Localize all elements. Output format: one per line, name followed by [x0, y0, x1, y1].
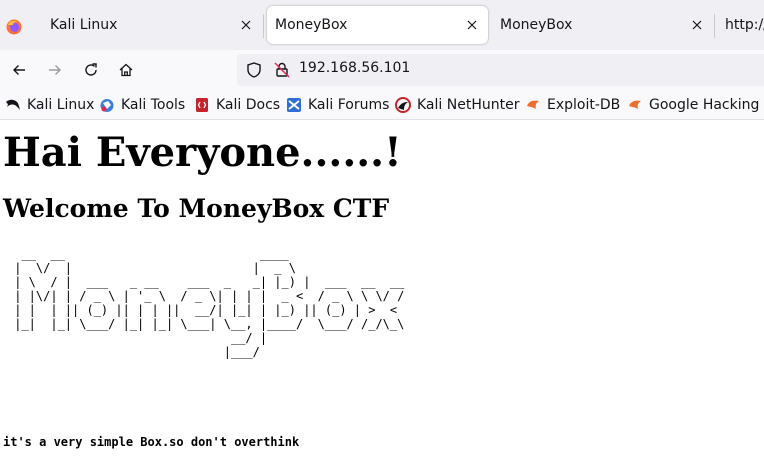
close-tab-icon[interactable] — [238, 17, 254, 33]
moneybox-ascii-art: __ __ ____ | \/ | | _ \ | \ / | ___ _ __… — [14, 247, 405, 359]
bookmarks-toolbar: Kali Linux Kali Tools Kali Docs Kali For… — [0, 90, 764, 120]
close-tab-icon[interactable] — [689, 17, 705, 33]
bookmark-label: Kali NetHunter — [417, 97, 520, 113]
nethunter-icon — [395, 97, 411, 113]
firefox-icon[interactable] — [6, 19, 22, 35]
tab-label: Kali Linux — [50, 17, 118, 33]
reload-button[interactable] — [80, 59, 102, 81]
bookmark-label: Kali Linux — [27, 97, 95, 113]
bookmark-exploit-db[interactable]: Exploit-DB — [525, 96, 620, 114]
hint-text: it's a very simple Box.so don't overthin… — [3, 435, 300, 449]
home-button[interactable] — [115, 59, 137, 81]
tab-kali-linux[interactable]: Kali Linux — [38, 6, 260, 44]
forward-button[interactable] — [44, 59, 66, 81]
reload-icon — [85, 63, 97, 76]
kali-forums-icon — [286, 97, 302, 113]
bookmark-label: Kali Docs — [216, 97, 281, 113]
bookmark-kali-forums[interactable]: Kali Forums — [286, 96, 389, 114]
bookmark-kali-docs[interactable]: Kali Docs — [194, 96, 280, 114]
tab-separator — [263, 14, 264, 38]
tab-moneybox[interactable]: MoneyBox — [490, 6, 712, 44]
bookmark-label: Google Hacking D — [649, 97, 764, 113]
bookmark-label: Kali Tools — [121, 97, 186, 113]
exploit-db-icon — [525, 97, 541, 113]
page-heading: Hai Everyone......! — [3, 129, 402, 176]
bookmark-google-hacking-db[interactable]: Google Hacking D — [627, 96, 764, 114]
close-tab-icon[interactable] — [464, 17, 480, 33]
tab-moneybox-active[interactable]: MoneyBox — [267, 6, 488, 44]
home-icon — [119, 63, 133, 77]
address-bar[interactable]: 192.168.56.101 — [237, 54, 764, 86]
tab-label: http:// — [725, 17, 764, 33]
bookmark-label: Kali Forums — [308, 97, 390, 113]
bookmark-kali-linux[interactable]: Kali Linux — [5, 96, 94, 114]
back-button[interactable] — [8, 59, 30, 81]
ghdb-icon — [627, 97, 643, 113]
tab-label: MoneyBox — [275, 17, 348, 33]
tab-strip: Kali Linux MoneyBox MoneyBox http:// — [0, 0, 764, 50]
insecure-lock-icon[interactable] — [273, 61, 291, 79]
bookmark-kali-tools[interactable]: Kali Tools — [99, 96, 185, 114]
url-text[interactable]: 192.168.56.101 — [299, 60, 410, 76]
kali-docs-icon — [194, 97, 210, 113]
navigation-toolbar: 192.168.56.101 — [0, 50, 764, 90]
forward-arrow-icon — [49, 65, 61, 75]
bookmark-kali-nethunter[interactable]: Kali NetHunter — [395, 96, 519, 114]
bookmark-label: Exploit-DB — [547, 97, 621, 113]
kali-dragon-icon — [5, 97, 21, 113]
web-page-content: Hai Everyone......! Welcome To MoneyBox … — [0, 121, 764, 464]
page-subheading: Welcome To MoneyBox CTF — [3, 194, 390, 223]
tab-label: MoneyBox — [500, 17, 573, 33]
kali-tools-icon — [99, 97, 115, 113]
tab-separator — [714, 14, 715, 38]
tracking-protection-shield-icon[interactable] — [245, 61, 263, 79]
back-arrow-icon — [13, 65, 25, 75]
tab-http[interactable]: http:// — [716, 6, 764, 44]
